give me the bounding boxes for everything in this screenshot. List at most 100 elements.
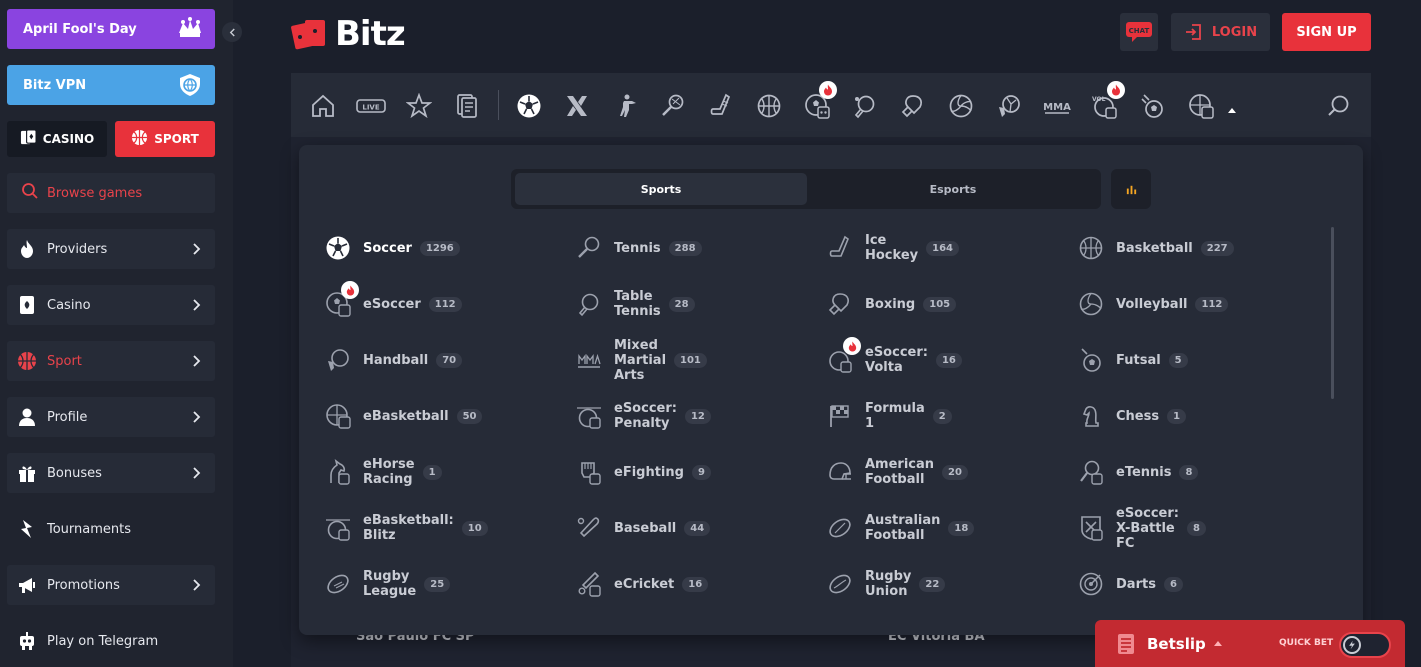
logo-cards-icon bbox=[291, 20, 325, 50]
sidebar-item-bonuses[interactable]: Bonuses bbox=[7, 453, 215, 493]
search-icon[interactable] bbox=[1326, 93, 1352, 119]
signup-button[interactable]: SIGN UP bbox=[1282, 13, 1371, 51]
sport-list-item[interactable]: Rugby League 25 bbox=[325, 559, 451, 609]
chat-button[interactable]: CHAT bbox=[1120, 13, 1158, 51]
browse-games-button[interactable]: Browse games bbox=[7, 173, 215, 213]
sport-list-item[interactable]: eSoccer 112 bbox=[325, 279, 462, 329]
sidebar-item-promotions[interactable]: Promotions bbox=[7, 565, 215, 605]
handball-icon[interactable] bbox=[996, 93, 1022, 119]
baseball-bat-icon bbox=[576, 515, 602, 541]
tab-sports[interactable]: Sports bbox=[515, 173, 807, 205]
sport-list-item[interactable]: eCricket 16 bbox=[576, 559, 709, 609]
soccer-ball-icon[interactable] bbox=[516, 93, 542, 119]
sport-list-item[interactable]: Basketball 227 bbox=[1078, 223, 1234, 273]
sport-name: Boxing bbox=[865, 296, 916, 312]
live-icon[interactable]: LIVE bbox=[356, 93, 386, 119]
sport-list-item[interactable]: Boxing 105 bbox=[827, 279, 957, 329]
esoccer-icon bbox=[325, 281, 359, 317]
soccer-ball-icon bbox=[325, 235, 351, 261]
sport-list-item[interactable]: eSoccer: X-Battle FC 8 bbox=[1078, 503, 1206, 553]
sport-list-item[interactable]: eBasketball: Blitz 10 bbox=[325, 503, 488, 553]
sport-list-item[interactable]: eSoccer: Volta 16 bbox=[827, 335, 962, 385]
sport-list-item[interactable]: eSoccer: Penalty 12 bbox=[576, 391, 711, 441]
betslip-list-icon[interactable] bbox=[454, 93, 480, 119]
sport-mode-button[interactable]: SPORT bbox=[115, 121, 215, 157]
sport-list-item[interactable]: Chess 1 bbox=[1078, 391, 1187, 441]
sport-list-item[interactable]: Soccer 1296 bbox=[325, 223, 460, 273]
casino-mode-button[interactable]: CASINO bbox=[7, 121, 107, 157]
chevron-left-icon bbox=[229, 28, 235, 36]
mma-icon[interactable]: MMA bbox=[1043, 93, 1071, 119]
bitz-vpn-button[interactable]: Bitz VPN bbox=[7, 65, 215, 105]
gift-icon bbox=[17, 463, 37, 483]
home-icon[interactable] bbox=[310, 93, 336, 119]
sport-list-item[interactable]: Australian Football 18 bbox=[827, 503, 975, 553]
tennis-icon[interactable] bbox=[660, 93, 686, 119]
sport-list-item[interactable]: Ice Hockey 164 bbox=[827, 223, 959, 273]
collapse-sidebar-button[interactable] bbox=[222, 22, 242, 42]
sport-name: Table Tennis bbox=[614, 289, 661, 319]
sidebar-item-tournaments[interactable]: Tournaments bbox=[7, 509, 215, 549]
sidebar-item-label: Promotions bbox=[47, 577, 120, 593]
bitz-logo[interactable]: Bitz bbox=[291, 14, 406, 54]
sidebar-item-sport[interactable]: Sport bbox=[7, 341, 215, 381]
ping-pong-icon[interactable] bbox=[852, 93, 878, 119]
sport-list-item[interactable]: eBasketball 50 bbox=[325, 391, 483, 441]
hockey-stick-icon[interactable] bbox=[708, 93, 734, 119]
sport-event-count: 50 bbox=[456, 408, 483, 424]
star-icon[interactable] bbox=[405, 92, 433, 119]
sport-list-item[interactable]: Futsal 5 bbox=[1078, 335, 1188, 385]
esoccer-icon[interactable] bbox=[804, 81, 837, 119]
sidebar-item-providers[interactable]: Providers bbox=[7, 229, 215, 269]
sport-event-count: 25 bbox=[424, 576, 451, 592]
sport-name: eSoccer: Volta bbox=[865, 345, 928, 375]
sport-list-item[interactable]: Table Tennis 28 bbox=[576, 279, 695, 329]
chat-label: CHAT bbox=[1129, 27, 1150, 35]
lightning-icon bbox=[17, 519, 37, 539]
sport-mode-label: SPORT bbox=[154, 132, 199, 146]
login-button[interactable]: LOGIN bbox=[1171, 13, 1270, 51]
panel-scrollbar[interactable] bbox=[1331, 227, 1334, 399]
more-sports-caret-icon[interactable] bbox=[1227, 101, 1237, 113]
sport-list-item[interactable]: Baseball 44 bbox=[576, 503, 711, 553]
sport-list-item[interactable]: eHorse Racing 1 bbox=[325, 447, 442, 497]
basketball-icon bbox=[131, 129, 148, 149]
ebasketball-icon[interactable] bbox=[1188, 93, 1214, 119]
login-icon bbox=[1185, 24, 1201, 40]
sport-list-item[interactable]: eTennis 8 bbox=[1078, 447, 1199, 497]
casino-mode-label: CASINO bbox=[42, 132, 95, 146]
sport-list-item[interactable]: Volleyball 112 bbox=[1078, 279, 1229, 329]
volleyball-icon[interactable] bbox=[948, 93, 974, 119]
boxing-glove-icon[interactable] bbox=[900, 93, 926, 119]
vpn-label: Bitz VPN bbox=[23, 77, 87, 93]
esports-x-icon[interactable] bbox=[564, 93, 590, 119]
sport-list-item[interactable]: Handball 70 bbox=[325, 335, 463, 385]
stats-button[interactable] bbox=[1111, 169, 1151, 209]
sport-name: Formula 1 bbox=[865, 401, 925, 431]
sport-list-item[interactable]: Tennis 288 bbox=[576, 223, 702, 273]
sidebar-item-profile[interactable]: Profile bbox=[7, 397, 215, 437]
sidebar-item-casino[interactable]: Casino bbox=[7, 285, 215, 325]
basketball-icon[interactable] bbox=[756, 93, 782, 119]
sport-list-item[interactable]: Mixed Martial Arts 101 bbox=[576, 335, 707, 385]
betslip-icon bbox=[1118, 633, 1134, 654]
quick-bet-label: QUICK BET bbox=[1279, 638, 1334, 648]
sport-list-item[interactable]: American Football 20 bbox=[827, 447, 968, 497]
sport-event-count: 288 bbox=[668, 240, 702, 256]
sport-list-item[interactable]: eFighting 9 bbox=[576, 447, 711, 497]
futsal-icon[interactable] bbox=[1140, 93, 1166, 119]
quick-bet-toggle[interactable] bbox=[1339, 632, 1391, 658]
sport-event-count: 10 bbox=[461, 520, 488, 536]
sport-list-item[interactable]: Formula 1 2 bbox=[827, 391, 952, 441]
jester-hat-icon bbox=[177, 17, 203, 41]
betslip-bar[interactable]: Betslip QUICK BET bbox=[1095, 620, 1405, 667]
tab-esports[interactable]: Esports bbox=[807, 173, 1099, 205]
sport-list-item[interactable]: Darts 6 bbox=[1078, 559, 1183, 609]
sidebar-item-telegram[interactable]: Play on Telegram bbox=[7, 621, 215, 661]
april-fools-promo-button[interactable]: April Fool's Day bbox=[7, 9, 215, 49]
shooter-icon[interactable] bbox=[612, 93, 638, 119]
esoccer-volta-icon[interactable]: VOL bbox=[1092, 81, 1125, 119]
sport-event-count: 1 bbox=[1167, 408, 1187, 424]
sport-list-item[interactable]: Rugby Union 22 bbox=[827, 559, 946, 609]
hot-fire-badge-icon bbox=[341, 281, 359, 299]
